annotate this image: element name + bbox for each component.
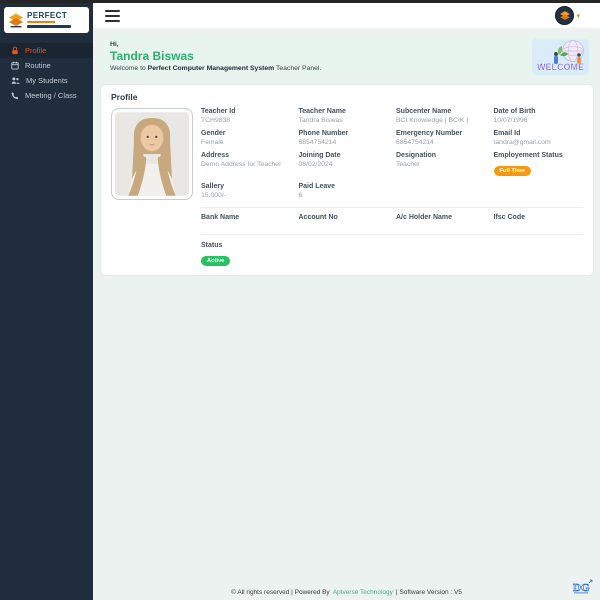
field-joining-date: Joining Date 08/02/2024 <box>298 152 341 168</box>
divider <box>201 234 583 235</box>
brand-diamond-icon <box>560 11 570 20</box>
field-sallery: Sallery 15,000/- <box>201 183 226 199</box>
sidebar-menu: Profile Routine My Students Meeting / Cl… <box>0 43 93 103</box>
field-address: Address Demo Address for Teacher <box>201 152 282 168</box>
field-ac-holder-name: A/c Holder Name <box>396 214 453 221</box>
user-name-text: Tandra Biswas <box>110 49 194 63</box>
brand-tagline-bar <box>27 21 67 23</box>
sidebar: PERFECT Profile Routine My Students Meet… <box>0 3 93 600</box>
hamburger-menu-icon[interactable] <box>105 10 120 22</box>
sidebar-item-meeting-class[interactable]: Meeting / Class <box>0 88 93 103</box>
field-gender: Gender Female <box>201 130 226 146</box>
top-header: ▾ <box>93 3 600 29</box>
calendar-icon <box>11 61 19 70</box>
field-date-of-birth: Date of Birth 10/07/1996 <box>493 108 536 124</box>
active-status-badge: Active <box>201 256 231 266</box>
full-time-badge: Full Time <box>493 166 531 176</box>
sidebar-item-label: Profile <box>25 46 47 55</box>
phone-icon <box>11 92 19 100</box>
welcome-message: Welcome to Perfect Computer Management S… <box>110 65 584 72</box>
status-block: Status Active <box>201 242 583 267</box>
sidebar-item-profile[interactable]: Profile <box>0 43 93 58</box>
profile-fields-grid: Teacher Id TCH9838 Teacher Name Tandra B… <box>201 108 583 200</box>
app-window: PERFECT Profile Routine My Students Meet… <box>0 0 600 600</box>
dg-logo-text: DG <box>573 582 590 594</box>
field-teacher-id: Teacher Id TCH9838 <box>201 108 236 124</box>
welcome-message-suffix: Teacher Panel. <box>274 65 322 72</box>
users-icon <box>11 77 20 84</box>
profile-card: Profile Teacher Id TCH9838 Teacher Name … <box>100 84 594 276</box>
vendor-link[interactable]: Aptverse Technology <box>333 589 393 596</box>
main-content: Hi, Tandra Biswas Welcome to Perfect Com… <box>93 29 600 600</box>
sidebar-item-label: Routine <box>25 61 51 70</box>
footer: © All rights reserved | Powered By Aptve… <box>93 584 600 600</box>
field-employment-status: Employement Status Full Time <box>493 152 563 176</box>
welcome-banner: Hi, Tandra Biswas Welcome to Perfect Com… <box>100 36 594 78</box>
teacher-photo <box>111 108 193 200</box>
sidebar-item-label: My Students <box>26 76 68 85</box>
field-bank-name: Bank Name <box>201 214 240 221</box>
field-emergency-number: Emergency Number 6854754214 <box>396 130 463 146</box>
system-name-text: Perfect Computer Management System <box>147 65 275 72</box>
sidebar-item-label: Meeting / Class <box>25 91 77 100</box>
brand-text: PERFECT <box>27 12 71 28</box>
welcome-illustration: WELCOME <box>532 39 589 75</box>
lock-icon <box>12 46 18 55</box>
field-paid-leave: Paid Leave 6 <box>298 183 336 199</box>
field-designation: Designation Teacher <box>396 152 437 168</box>
brand-logo[interactable]: PERFECT <box>4 7 89 33</box>
field-teacher-name: Teacher Name Tandra Biswas <box>298 108 346 124</box>
top-border-strip <box>0 0 600 3</box>
field-email-id: Email Id tandra@gmail.com <box>493 130 551 146</box>
divider <box>201 207 583 208</box>
avatar <box>555 6 575 25</box>
status-label: Status <box>201 242 223 249</box>
welcome-message-prefix: Welcome to <box>110 65 148 72</box>
card-title: Profile <box>111 92 138 102</box>
greeting-text: Hi, <box>110 41 119 48</box>
user-avatar-menu[interactable]: ▾ <box>555 6 580 25</box>
field-ifsc-code: Ifsc Code <box>493 214 526 221</box>
chevron-down-icon: ▾ <box>576 12 580 20</box>
field-phone-number: Phone Number 6854754214 <box>298 130 349 146</box>
brand-underline-bar <box>27 25 71 28</box>
bank-details-row: Bank Name Account No A/c Holder Name Ifs… <box>201 214 583 230</box>
copyright-text: © All rights reserved | Powered By <box>231 588 330 596</box>
field-account-no: Account No <box>298 214 338 221</box>
brand-name: PERFECT <box>27 11 68 20</box>
welcome-word: WELCOME <box>537 62 584 72</box>
dg-watermark-logo[interactable]: DG <box>572 579 594 595</box>
brand-diamond-icon <box>9 13 23 27</box>
field-subcenter-name: Subcenter Name BCI Knowledge [ BCIK ] <box>396 108 469 124</box>
profile-card-body: Teacher Id TCH9838 Teacher Name Tandra B… <box>111 108 583 200</box>
sidebar-item-my-students[interactable]: My Students <box>0 73 93 88</box>
version-text: | Software Version : V5 <box>395 588 462 596</box>
sidebar-item-routine[interactable]: Routine <box>0 58 93 73</box>
